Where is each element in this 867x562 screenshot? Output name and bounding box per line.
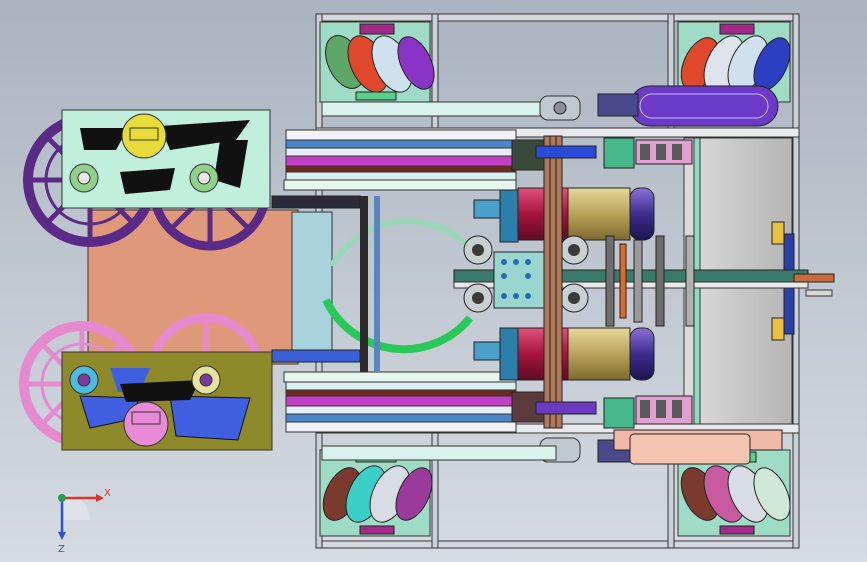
- lower-side-rails: [271, 349, 517, 433]
- mint-side-plate: [61, 109, 271, 209]
- lavender-pod: [597, 85, 779, 127]
- olive-side-plate: [61, 351, 273, 451]
- x-axis-label: X: [104, 488, 111, 499]
- robot-assembly-drawing: X Z: [19, 13, 835, 555]
- cad-viewport[interactable]: X Z: [0, 0, 867, 562]
- orientation-triad: X Z: [58, 488, 111, 555]
- mecanum-wheel-bottom-left: [319, 449, 433, 537]
- light-blue-block: [291, 211, 333, 363]
- upper-side-rails: [271, 129, 517, 209]
- mecanum-wheel-top-left: [319, 21, 435, 103]
- y-axis-dot: [58, 494, 66, 502]
- z-axis-label: Z: [58, 544, 65, 555]
- green-arc-guide: [322, 196, 474, 372]
